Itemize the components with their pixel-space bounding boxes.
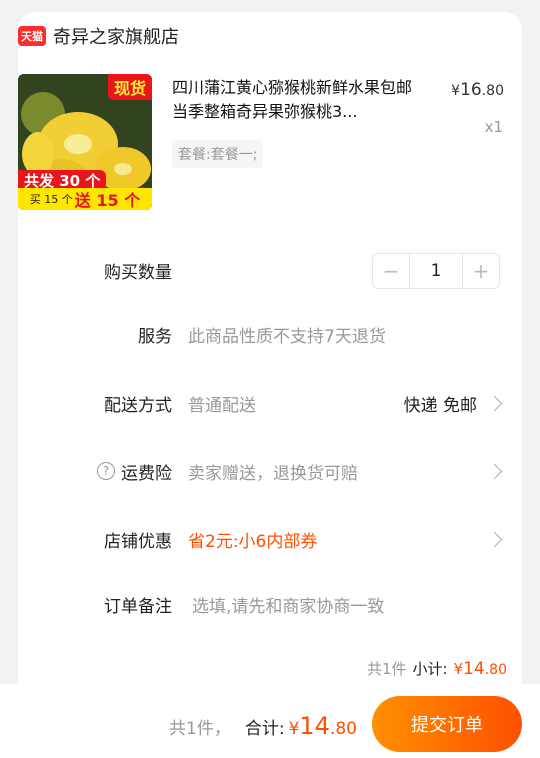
delivery-row[interactable]: 配送方式 普通配送 快递 免邮 bbox=[18, 383, 522, 423]
insurance-value: 卖家赠送，退换货可赔 bbox=[188, 463, 358, 484]
product-title[interactable]: 四川蒲江黄心猕猴桃新鲜水果包邮当季整箱奇异果弥猴桃3... bbox=[172, 76, 420, 124]
bottom-bar: 共1件， 合计: ¥14.80 提交订单 bbox=[0, 684, 540, 758]
service-label: 服务 bbox=[138, 326, 172, 347]
note-label: 订单备注 bbox=[104, 596, 172, 617]
promo-row[interactable]: 店铺优惠 省2元:小6内部券 bbox=[18, 519, 522, 559]
shop-name[interactable]: 奇异之家旗舰店 bbox=[53, 23, 179, 49]
promo-label: 店铺优惠 bbox=[104, 531, 172, 552]
product-price: ¥16.80 bbox=[451, 80, 504, 100]
subtotal-currency: ¥ bbox=[453, 660, 464, 678]
minus-button[interactable]: − bbox=[373, 254, 409, 288]
chevron-right-icon bbox=[486, 531, 503, 547]
shop-header[interactable]: 天猫 奇异之家旗舰店 bbox=[18, 22, 179, 50]
note-input[interactable]: 选填,请先和商家协商一致 bbox=[192, 592, 384, 617]
insurance-row[interactable]: ? 运费险 卖家赠送，退换货可赔 bbox=[18, 451, 522, 491]
quantity-row: 购买数量 − 1 + bbox=[18, 250, 522, 290]
tmall-logo-icon: 天猫 bbox=[18, 26, 46, 46]
subtotal-dec: .80 bbox=[484, 662, 507, 678]
subtotal-amount: ¥14.80 bbox=[454, 659, 507, 679]
total: 共1件， 合计: ¥14.80 bbox=[169, 684, 357, 758]
total-currency: ¥ bbox=[288, 719, 300, 739]
sku-tag[interactable]: 套餐:套餐一; bbox=[172, 140, 264, 168]
chevron-right-icon bbox=[486, 395, 503, 411]
image-badge-gift: 送 15 个 bbox=[74, 191, 141, 210]
delivery-label: 配送方式 bbox=[104, 395, 172, 416]
quantity-stepper: − 1 + bbox=[372, 253, 500, 289]
subtotal: 共1件 小计: ¥14.80 bbox=[367, 658, 507, 679]
quantity-label: 购买数量 bbox=[104, 262, 172, 283]
image-badge-promo: 买 15 个 送 15 个 bbox=[18, 188, 152, 210]
image-badge-buy: 买 15 个 bbox=[29, 193, 73, 206]
total-amount: ¥14.80 bbox=[289, 712, 357, 740]
note-row: 订单备注 选填,请先和商家协商一致 bbox=[18, 584, 522, 624]
product-image[interactable]: 现货 共发 30 个 买 15 个 送 15 个 bbox=[18, 74, 152, 210]
total-int: 14 bbox=[299, 712, 330, 740]
total-label: 合计: bbox=[244, 719, 285, 739]
total-count: 共1件， bbox=[169, 719, 231, 739]
insurance-label: 运费险 bbox=[121, 463, 172, 484]
image-badge-instock: 现货 bbox=[107, 74, 152, 100]
price-dec: .80 bbox=[481, 83, 504, 99]
subtotal-label: 小计: bbox=[412, 660, 448, 678]
chevron-right-icon bbox=[486, 463, 503, 479]
help-icon[interactable]: ? bbox=[97, 462, 115, 480]
service-value: 此商品性质不支持7天退货 bbox=[188, 326, 386, 347]
plus-button[interactable]: + bbox=[463, 254, 499, 288]
subtotal-int: 14 bbox=[463, 659, 485, 679]
delivery-value: 普通配送 bbox=[188, 395, 256, 416]
total-dec: .80 bbox=[329, 719, 357, 739]
delivery-fee: 快递 免邮 bbox=[403, 395, 477, 416]
product-quantity: x1 bbox=[484, 118, 503, 136]
price-int: 16 bbox=[460, 80, 482, 100]
subtotal-count: 共1件 bbox=[366, 660, 407, 678]
price-currency: ¥ bbox=[451, 83, 461, 99]
insurance-label-group: ? 运费险 bbox=[97, 459, 172, 484]
promo-value: 省2元:小6内部券 bbox=[188, 531, 318, 552]
quantity-input[interactable]: 1 bbox=[409, 254, 463, 288]
service-row: 服务 此商品性质不支持7天退货 bbox=[18, 314, 522, 354]
submit-order-button[interactable]: 提交订单 bbox=[372, 696, 522, 752]
